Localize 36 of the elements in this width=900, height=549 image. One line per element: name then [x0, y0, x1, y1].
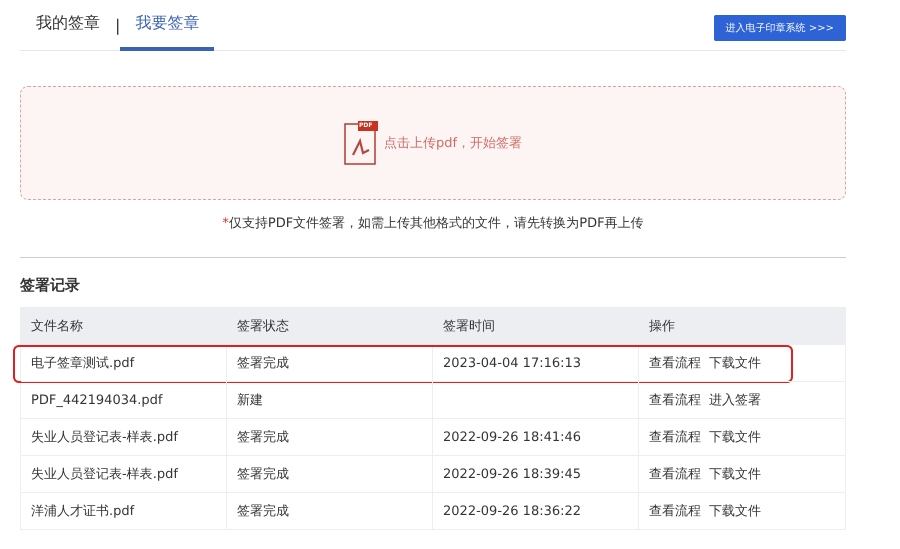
- pdf-file-icon: [344, 121, 378, 165]
- enter-system-button[interactable]: 进入电子印章系统 >>>: [714, 15, 846, 41]
- table-cell: PDF_442194034.pdf: [31, 392, 162, 408]
- table-cell-text: 电子签章测试.pdf: [31, 355, 134, 372]
- column-header: 签署状态: [236, 318, 290, 335]
- action-link[interactable]: 下载文件: [709, 354, 761, 372]
- table-cell: 2022-09-26 18:36:22: [443, 504, 582, 518]
- table-cell-text: 洋浦人才证书.pdf: [31, 503, 134, 520]
- table-cell: 2022-09-26 18:39:45: [443, 466, 582, 482]
- action-link[interactable]: 进入签署: [709, 391, 761, 409]
- action-link[interactable]: 下载文件: [709, 428, 761, 446]
- action-link[interactable]: 查看流程: [649, 391, 701, 409]
- section-title: 签署记录: [20, 276, 80, 295]
- table-cell: 2022-09-26 18:41:46: [443, 430, 582, 444]
- column-header: 签署时间: [442, 318, 496, 335]
- column-header: 文件名称: [30, 318, 84, 335]
- table-cell-text: 签署完成: [237, 466, 289, 483]
- action-link[interactable]: 下载文件: [709, 502, 761, 520]
- action-link[interactable]: 查看流程: [649, 354, 701, 372]
- upload-prompt: 点击上传pdf，开始签署: [384, 135, 522, 152]
- table-cell-text: 失业人员登记表-样表.pdf: [31, 466, 178, 483]
- table-cell-text: 签署完成: [237, 429, 289, 446]
- action-link[interactable]: 查看流程: [649, 428, 701, 446]
- table-cell: 2023-04-04 17:16:13: [443, 356, 582, 370]
- table-cell-text: 新建: [237, 392, 263, 409]
- upload-note: *仅支持PDF文件签署，如需上传其他格式的文件，请先转换为PDF再上传: [222, 215, 644, 232]
- action-link[interactable]: 查看流程: [649, 502, 701, 520]
- column-header: 操作: [648, 318, 676, 335]
- table-cell-text: 签署完成: [237, 355, 289, 372]
- action-link[interactable]: 下载文件: [709, 465, 761, 483]
- table-cell-text: 签署完成: [237, 503, 289, 520]
- table-cell-text: 失业人员登记表-样表.pdf: [31, 429, 178, 446]
- action-link[interactable]: 查看流程: [649, 465, 701, 483]
- tab-separator: |: [115, 16, 120, 34]
- tab[interactable]: 我要签章: [120, 0, 214, 50]
- tab[interactable]: 我的签章: [20, 0, 115, 50]
